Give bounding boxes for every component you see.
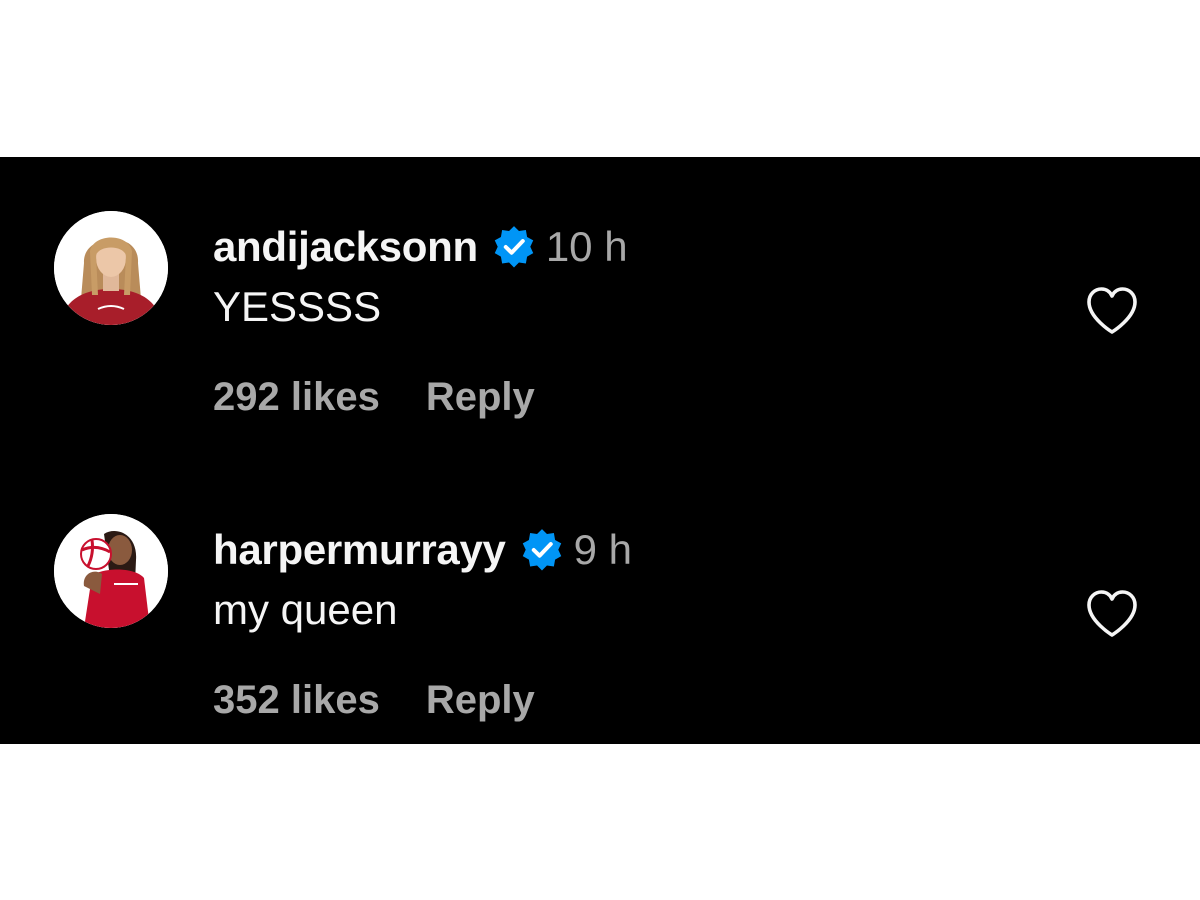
comment-item: andijacksonn 10 h YESSSS 292 likes Reply	[0, 157, 1200, 457]
likes-count[interactable]: 292 likes	[213, 375, 380, 420]
comment-header: harpermurrayy 9 h	[213, 524, 632, 576]
profile-photo	[54, 211, 168, 325]
comments-panel: andijacksonn 10 h YESSSS 292 likes Reply	[0, 157, 1200, 744]
comment-time: 10 h	[545, 223, 628, 270]
comment-text: YESSSS	[213, 283, 382, 330]
username[interactable]: andijacksonn	[213, 223, 478, 271]
username[interactable]: harpermurrayy	[213, 526, 506, 574]
comment-item: harpermurrayy 9 h my queen 352 likes Rep…	[0, 460, 1200, 744]
comment-actions: 352 likes Reply	[213, 678, 535, 723]
comment-text: my queen	[213, 586, 398, 633]
avatar[interactable]	[54, 514, 168, 628]
comment-header: andijacksonn 10 h	[213, 221, 628, 273]
reply-button[interactable]: Reply	[426, 678, 535, 723]
verified-badge-icon	[520, 528, 564, 572]
likes-count[interactable]: 352 likes	[213, 678, 380, 723]
comment-time: 9 h	[573, 526, 632, 573]
heart-outline-icon[interactable]	[1084, 285, 1140, 337]
heart-outline-icon[interactable]	[1084, 588, 1140, 640]
avatar[interactable]	[54, 211, 168, 325]
comment-actions: 292 likes Reply	[213, 375, 535, 420]
verified-badge-icon	[492, 225, 536, 269]
reply-button[interactable]: Reply	[426, 375, 535, 420]
profile-photo	[54, 514, 168, 628]
